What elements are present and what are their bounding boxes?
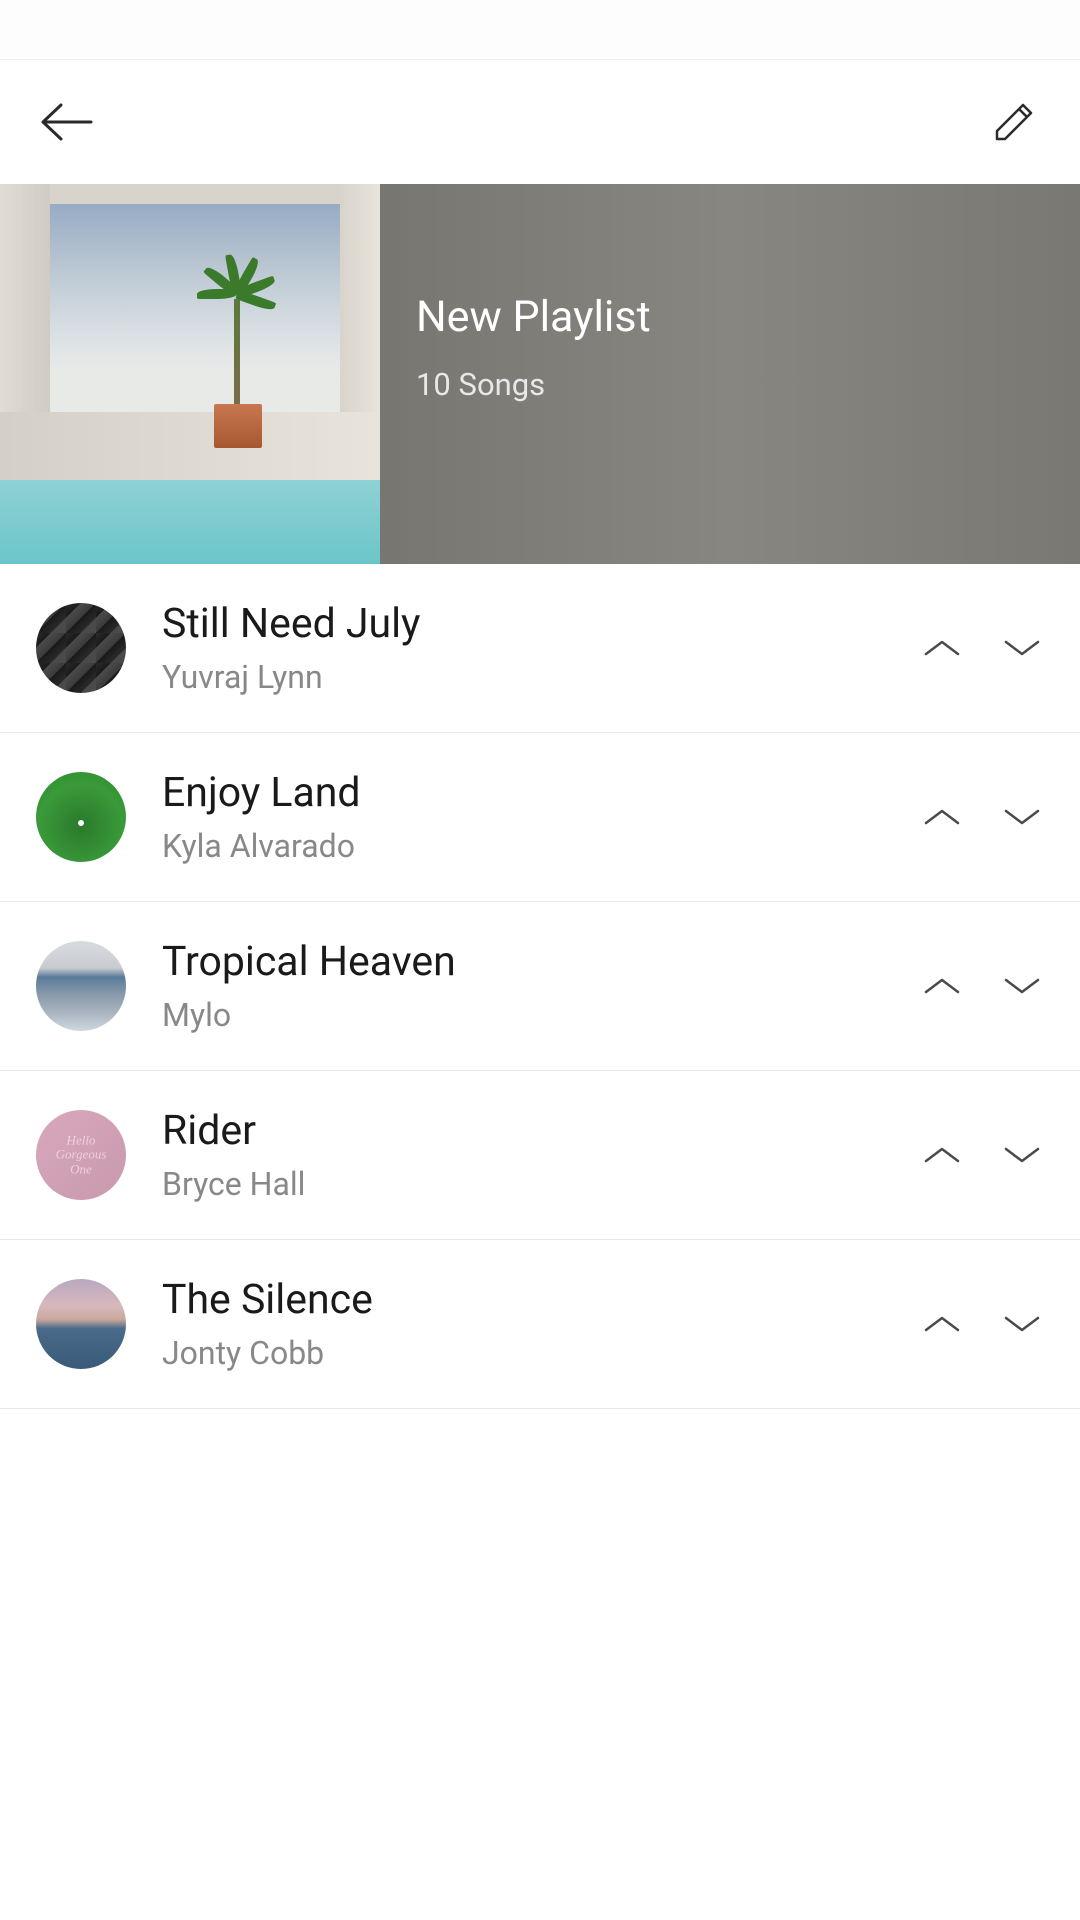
playlist-title: New Playlist: [416, 292, 1044, 342]
chevron-up-icon: [922, 636, 962, 660]
chevron-up-icon: [922, 1143, 962, 1167]
arrow-left-icon: [39, 102, 93, 142]
chevron-down-icon: [1002, 1143, 1042, 1167]
song-meta: The Silence Jonty Cobb: [162, 1276, 920, 1372]
song-item[interactable]: Tropical Heaven Mylo: [0, 902, 1080, 1071]
move-up-button[interactable]: [920, 964, 964, 1008]
pencil-icon: [989, 97, 1039, 147]
song-meta: Still Need July Yuvraj Lynn: [162, 600, 920, 696]
song-artist: Yuvraj Lynn: [162, 658, 920, 696]
song-artist: Kyla Alvarado: [162, 827, 920, 865]
chevron-up-icon: [922, 1312, 962, 1336]
song-item[interactable]: Still Need July Yuvraj Lynn: [0, 564, 1080, 733]
move-up-button[interactable]: [920, 795, 964, 839]
chevron-down-icon: [1002, 974, 1042, 998]
status-bar: [0, 0, 1080, 60]
song-title: Tropical Heaven: [162, 938, 920, 986]
playlist-song-count: 10 Songs: [416, 366, 1044, 403]
song-title: Still Need July: [162, 600, 920, 648]
move-down-button[interactable]: [1000, 795, 1044, 839]
move-down-button[interactable]: [1000, 964, 1044, 1008]
song-artist: Bryce Hall: [162, 1165, 920, 1203]
song-controls: [920, 626, 1044, 670]
song-list: Still Need July Yuvraj Lynn Enjoy Land K…: [0, 564, 1080, 1409]
song-meta: Enjoy Land Kyla Alvarado: [162, 769, 920, 865]
move-down-button[interactable]: [1000, 1302, 1044, 1346]
move-up-button[interactable]: [920, 626, 964, 670]
edit-button[interactable]: [984, 92, 1044, 152]
song-controls: [920, 1133, 1044, 1177]
move-down-button[interactable]: [1000, 626, 1044, 670]
song-artist: Jonty Cobb: [162, 1334, 920, 1372]
song-thumbnail: [36, 941, 126, 1031]
song-item[interactable]: HelloGorgeousOne Rider Bryce Hall: [0, 1071, 1080, 1240]
playlist-cover-art: [0, 184, 380, 564]
song-artist: Mylo: [162, 996, 920, 1034]
chevron-up-icon: [922, 805, 962, 829]
playlist-banner: New Playlist 10 Songs: [0, 184, 1080, 564]
song-item[interactable]: The Silence Jonty Cobb: [0, 1240, 1080, 1409]
song-meta: Rider Bryce Hall: [162, 1107, 920, 1203]
song-thumbnail: [36, 603, 126, 693]
chevron-down-icon: [1002, 1312, 1042, 1336]
song-meta: Tropical Heaven Mylo: [162, 938, 920, 1034]
move-up-button[interactable]: [920, 1133, 964, 1177]
song-thumbnail: [36, 1279, 126, 1369]
song-thumbnail: [36, 772, 126, 862]
song-title: Rider: [162, 1107, 920, 1155]
header: [0, 60, 1080, 184]
song-title: Enjoy Land: [162, 769, 920, 817]
song-controls: [920, 1302, 1044, 1346]
chevron-down-icon: [1002, 636, 1042, 660]
playlist-info: New Playlist 10 Songs: [380, 184, 1080, 564]
chevron-up-icon: [922, 974, 962, 998]
song-controls: [920, 964, 1044, 1008]
chevron-down-icon: [1002, 805, 1042, 829]
song-thumbnail: HelloGorgeousOne: [36, 1110, 126, 1200]
move-down-button[interactable]: [1000, 1133, 1044, 1177]
song-controls: [920, 795, 1044, 839]
back-button[interactable]: [36, 92, 96, 152]
song-item[interactable]: Enjoy Land Kyla Alvarado: [0, 733, 1080, 902]
move-up-button[interactable]: [920, 1302, 964, 1346]
song-title: The Silence: [162, 1276, 920, 1324]
